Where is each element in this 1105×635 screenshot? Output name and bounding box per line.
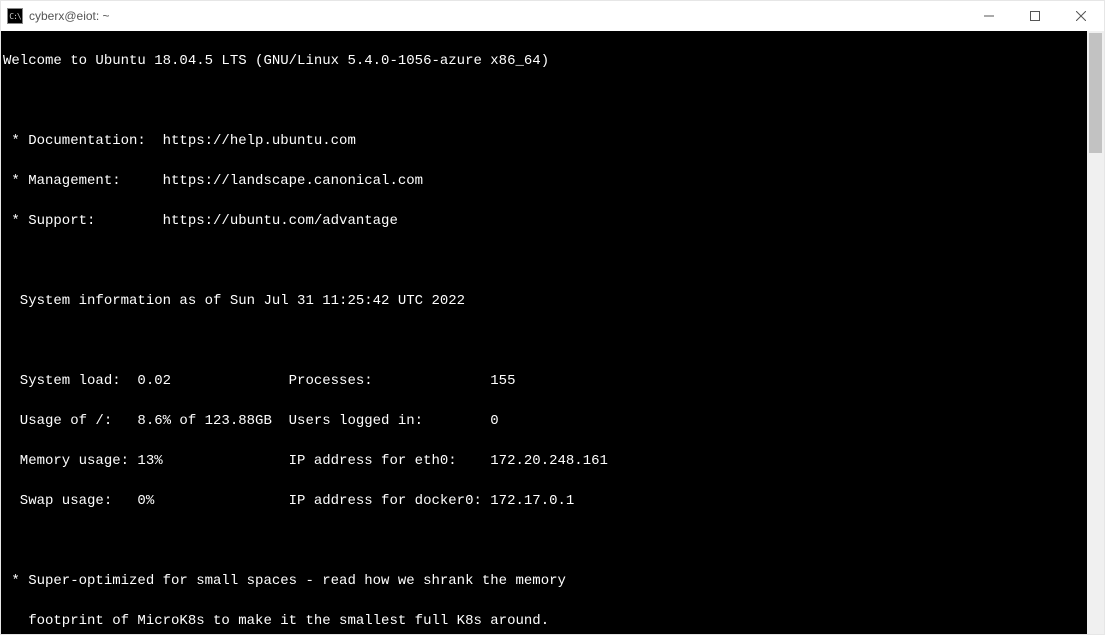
vertical-scrollbar[interactable] xyxy=(1087,31,1104,634)
maximize-icon xyxy=(1030,11,1040,21)
sysinfo-row: Swap usage: 0% IP address for docker0: 1… xyxy=(3,491,1085,511)
blank-line xyxy=(3,251,1085,271)
sysinfo-row: Usage of /: 8.6% of 123.88GB Users logge… xyxy=(3,411,1085,431)
maximize-button[interactable] xyxy=(1012,1,1058,31)
motd-welcome: Welcome to Ubuntu 18.04.5 LTS (GNU/Linux… xyxy=(3,51,1085,71)
blank-line xyxy=(3,531,1085,551)
sysinfo-row: System load: 0.02 Processes: 155 xyxy=(3,371,1085,391)
minimize-icon xyxy=(984,11,994,21)
close-icon xyxy=(1076,11,1086,21)
scrollbar-thumb[interactable] xyxy=(1089,33,1102,153)
sysinfo-row: Memory usage: 13% IP address for eth0: 1… xyxy=(3,451,1085,471)
motd-microk8s: footprint of MicroK8s to make it the sma… xyxy=(3,611,1085,631)
motd-mgmt: * Management: https://landscape.canonica… xyxy=(3,171,1085,191)
window-controls xyxy=(966,1,1104,31)
blank-line xyxy=(3,331,1085,351)
close-button[interactable] xyxy=(1058,1,1104,31)
client-area: Welcome to Ubuntu 18.04.5 LTS (GNU/Linux… xyxy=(1,31,1104,634)
terminal-output[interactable]: Welcome to Ubuntu 18.04.5 LTS (GNU/Linux… xyxy=(1,31,1087,634)
title-bar[interactable]: C:\ cyberx@eiot: ~ xyxy=(1,1,1104,31)
motd-microk8s: * Super-optimized for small spaces - rea… xyxy=(3,571,1085,591)
window-title: cyberx@eiot: ~ xyxy=(29,9,110,23)
minimize-button[interactable] xyxy=(966,1,1012,31)
terminal-app-icon: C:\ xyxy=(7,8,23,24)
sysinfo-header: System information as of Sun Jul 31 11:2… xyxy=(3,291,1085,311)
blank-line xyxy=(3,91,1085,111)
window-frame: C:\ cyberx@eiot: ~ Welcome to Ubuntu 18.… xyxy=(0,0,1105,635)
motd-support: * Support: https://ubuntu.com/advantage xyxy=(3,211,1085,231)
motd-doc: * Documentation: https://help.ubuntu.com xyxy=(3,131,1085,151)
